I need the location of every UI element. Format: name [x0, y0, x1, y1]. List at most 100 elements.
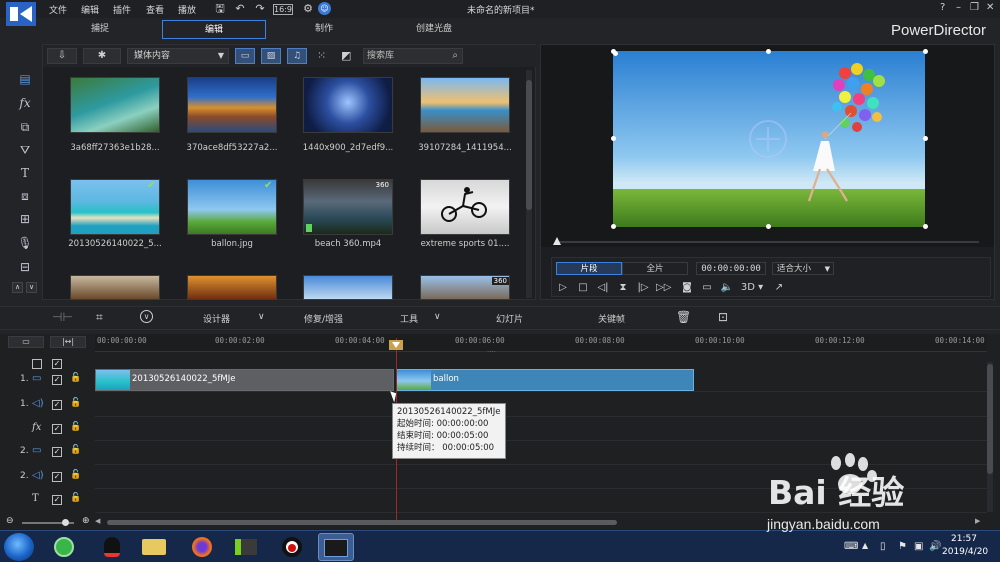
filter-video-icon[interactable]: ▭: [235, 48, 255, 64]
taskbar-qq-icon[interactable]: [94, 533, 130, 561]
view-toggle-icon[interactable]: ◩: [341, 49, 351, 62]
restore-icon[interactable]: ❐: [970, 2, 979, 13]
all-tracks-checkbox[interactable]: [32, 359, 42, 369]
chevron-down-icon[interactable]: ∨: [434, 312, 441, 322]
resize-handle-br[interactable]: [923, 224, 928, 229]
scroll-left-icon[interactable]: ◀: [95, 517, 100, 525]
all-tracks-enable-checkbox[interactable]: ✓: [52, 359, 62, 369]
menu-file[interactable]: 文件: [49, 3, 67, 16]
redo-icon[interactable]: ↷: [253, 2, 267, 16]
tools-button[interactable]: 工具: [400, 312, 418, 325]
snapshot-icon[interactable]: ◙: [680, 281, 694, 294]
split-clip-icon[interactable]: ⊣⊢: [52, 310, 73, 324]
preview-image[interactable]: [613, 51, 925, 227]
tray-network-icon[interactable]: ▣: [914, 541, 923, 552]
timeline-clip-1[interactable]: 20130526140022_5fMJe: [95, 369, 394, 391]
crop-icon[interactable]: ⌗: [96, 310, 103, 325]
fast-forward-icon[interactable]: ▷▷: [656, 281, 671, 294]
tray-flag-icon[interactable]: ⚑: [898, 541, 907, 552]
help-icon[interactable]: ?: [940, 2, 945, 13]
view-grid-icon[interactable]: ⁙: [317, 49, 326, 62]
save-icon[interactable]: 🖫: [213, 2, 227, 16]
media-thumb-7[interactable]: 360: [303, 179, 393, 235]
media-thumb-9[interactable]: [70, 275, 160, 300]
settings-gear-icon[interactable]: ⚙: [301, 2, 315, 16]
resize-handle-l[interactable]: [611, 136, 616, 141]
track-enable-checkbox[interactable]: ✓: [52, 424, 62, 434]
lock-icon[interactable]: 🔓: [70, 422, 81, 432]
media-room-icon[interactable]: ▤: [16, 70, 34, 88]
minimize-icon[interactable]: –: [956, 2, 961, 13]
undock-icon[interactable]: ↗: [772, 281, 786, 294]
fx-room-icon[interactable]: fx: [16, 94, 34, 112]
menu-view[interactable]: 查看: [146, 3, 164, 16]
media-thumb-4[interactable]: [420, 77, 510, 133]
media-thumb-3[interactable]: [303, 77, 393, 133]
lock-icon[interactable]: 🔓: [70, 398, 81, 408]
fit-size-select[interactable]: 适合大小 ▼: [772, 262, 834, 275]
title-room-icon[interactable]: T: [16, 164, 34, 182]
chapter-room-icon[interactable]: ⊟: [16, 258, 34, 276]
menu-edit[interactable]: 编辑: [81, 3, 99, 16]
tab-edit[interactable]: 编辑: [162, 20, 266, 39]
aspect-ratio-icon[interactable]: 16:9: [273, 4, 293, 15]
fit-timeline-icon[interactable]: |↔|: [50, 336, 86, 348]
scrubber-handle-icon[interactable]: [553, 237, 561, 245]
designer-button[interactable]: 设计器: [203, 312, 230, 325]
taskbar-explorer-icon[interactable]: [136, 533, 172, 561]
timeline-ruler[interactable]: 00:00:00:00 00:00:02:00 00:00:04:00 00:0…: [95, 334, 987, 352]
taskbar-firefox-icon[interactable]: [184, 533, 220, 561]
library-scrollbar[interactable]: [526, 70, 532, 298]
zoom-out-icon[interactable]: ⊖: [6, 516, 14, 526]
library-search-input[interactable]: 搜索库 ⌕: [363, 48, 463, 64]
modify-icon[interactable]: ∨: [140, 310, 153, 323]
fix-enhance-button[interactable]: 修复/增强: [304, 312, 343, 325]
movie-mode-button[interactable]: 全片: [622, 262, 688, 275]
chevron-down-icon[interactable]: ∨: [258, 312, 265, 322]
track-enable-checkbox[interactable]: ✓: [52, 472, 62, 482]
media-thumb-6[interactable]: ✔: [187, 179, 277, 235]
keyframe-button[interactable]: 关键帧: [598, 312, 625, 325]
resize-handle-b[interactable]: [766, 224, 771, 229]
close-icon[interactable]: ✕: [986, 2, 994, 13]
menu-plugins[interactable]: 插件: [113, 3, 131, 16]
horizontal-scroll-thumb[interactable]: [107, 520, 617, 525]
3d-toggle[interactable]: 3D ▾: [740, 281, 764, 294]
timeline-clip-2[interactable]: ballon: [396, 369, 694, 391]
rail-down-icon[interactable]: ∨: [26, 282, 37, 293]
lock-icon[interactable]: 🔓: [70, 373, 81, 383]
tray-expand-icon[interactable]: ▲: [862, 541, 868, 550]
stop-icon[interactable]: □: [576, 281, 590, 294]
pip-room-icon[interactable]: ⧉: [16, 118, 34, 136]
start-button[interactable]: [4, 533, 34, 561]
track-enable-checkbox[interactable]: ✓: [52, 375, 62, 385]
resize-handle-bl[interactable]: [611, 224, 616, 229]
split-icon[interactable]: ⧗: [616, 281, 630, 294]
rail-up-icon[interactable]: ∧: [12, 282, 23, 293]
media-thumb-5[interactable]: ✔: [70, 179, 160, 235]
storyboard-icon[interactable]: ▭: [8, 336, 44, 348]
trash-icon[interactable]: 🗑: [676, 310, 691, 324]
audio-mix-room-icon[interactable]: ⊞: [16, 210, 34, 228]
zoom-slider-thumb[interactable]: [62, 519, 69, 526]
tab-capture[interactable]: 捕捉: [48, 20, 152, 39]
menu-play[interactable]: 播放: [178, 3, 196, 16]
resize-handle-tr[interactable]: [923, 49, 928, 54]
voiceover-room-icon[interactable]: 🎙: [16, 234, 34, 252]
filter-audio-icon[interactable]: ♫: [287, 48, 307, 64]
tray-volume-icon[interactable]: 🔊: [929, 541, 941, 552]
track-enable-checkbox[interactable]: ✓: [52, 400, 62, 410]
resize-handle-tl[interactable]: [611, 49, 616, 54]
split-handle[interactable]: ····: [487, 348, 496, 356]
lock-icon[interactable]: 🔓: [70, 493, 81, 503]
taskbar-powerdirector-icon[interactable]: [318, 533, 354, 561]
volume-icon[interactable]: 🔈: [720, 281, 734, 294]
plugin-icon[interactable]: ✱: [83, 48, 121, 64]
lock-icon[interactable]: 🔓: [70, 445, 81, 455]
tray-keyboard-icon[interactable]: ⌨: [844, 541, 858, 552]
media-thumb-8[interactable]: [420, 179, 510, 235]
track-enable-checkbox[interactable]: ✓: [52, 447, 62, 457]
tab-create-disc[interactable]: 创建光盘: [382, 20, 486, 39]
export-icon[interactable]: ⊡: [718, 310, 728, 324]
media-thumb-1[interactable]: [70, 77, 160, 133]
